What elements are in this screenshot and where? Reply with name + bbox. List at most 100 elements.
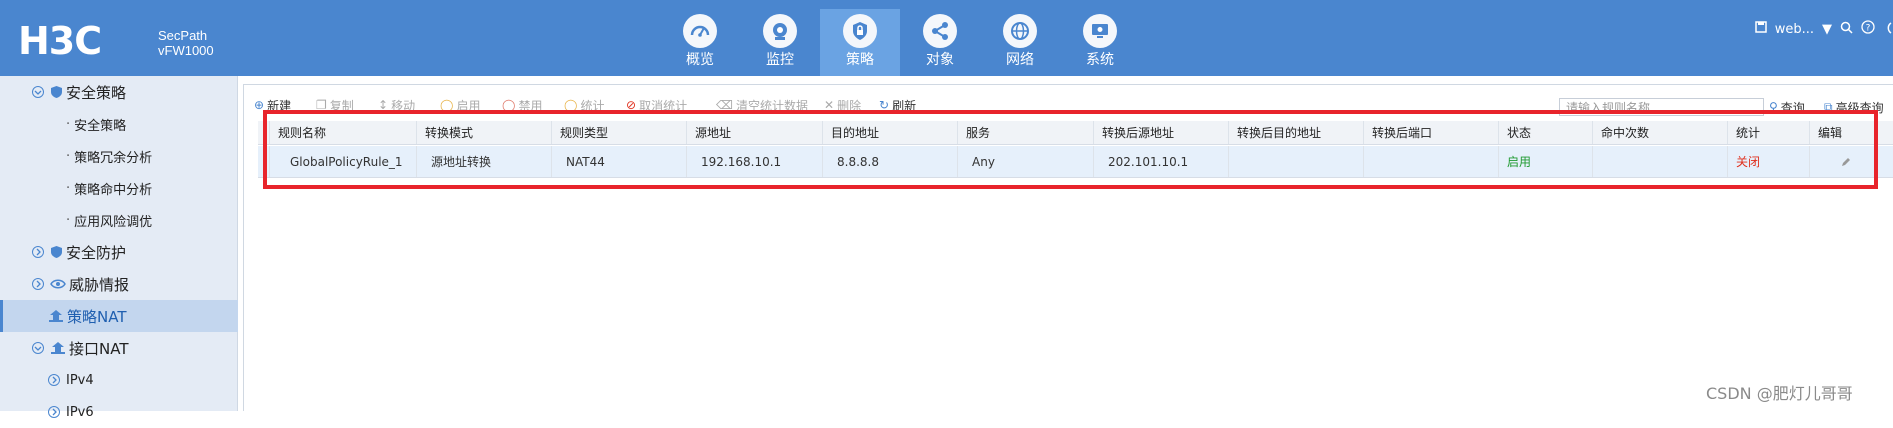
cell-rule-name: GlobalPolicyRule_1 xyxy=(270,146,417,177)
disable-icon: ◯ xyxy=(502,98,516,112)
plus-icon: ⊕ xyxy=(254,98,265,112)
column-header[interactable]: 转换模式 xyxy=(417,121,552,144)
column-header[interactable]: 转换后目的地址 xyxy=(1229,121,1364,144)
column-header[interactable]: 转换后源地址 xyxy=(1094,121,1229,144)
stats-button[interactable]: ◯ 统计 xyxy=(564,95,604,115)
sidebar-item-security-policy[interactable]: 安全策略 xyxy=(0,76,238,108)
main-nav: 概览 监控 策略 对象 网络 系统 xyxy=(660,9,1140,76)
shield-icon xyxy=(50,85,63,99)
product-name: SecPath vFW1000 xyxy=(158,28,214,58)
refresh-icon: ↻ xyxy=(879,98,890,112)
row-checkbox[interactable] xyxy=(258,146,270,177)
dashboard-icon xyxy=(683,14,717,48)
product-line2: vFW1000 xyxy=(158,43,214,58)
column-header[interactable]: 规则类型 xyxy=(552,121,687,144)
nat-icon xyxy=(48,309,64,323)
status-badge[interactable]: 启用 xyxy=(1499,146,1593,177)
refresh-button[interactable]: ↻ 刷新 xyxy=(879,95,916,115)
nav-system[interactable]: 系统 xyxy=(1060,9,1140,76)
nav-objects-label: 对象 xyxy=(926,52,954,68)
sidebar-item-label: 策略NAT xyxy=(67,307,127,326)
nav-objects[interactable]: 对象 xyxy=(900,9,980,76)
delete-button[interactable]: ✕ 删除 xyxy=(824,95,861,115)
column-header[interactable]: 命中次数 xyxy=(1593,121,1728,144)
new-button[interactable]: ⊕ 新建 xyxy=(254,95,291,115)
column-header[interactable]: 状态 xyxy=(1499,121,1593,144)
sidebar-item-label: 安全策略 xyxy=(66,83,127,102)
delete-icon: ✕ xyxy=(824,98,835,112)
sidebar-item-security-policy-sub[interactable]: · 安全策略 xyxy=(0,108,238,140)
column-header[interactable]: 规则名称 xyxy=(270,121,417,144)
help-icon[interactable]: ? xyxy=(1861,20,1875,38)
cell-dst: 8.8.8.8 xyxy=(823,146,958,177)
user-menu[interactable]: web... xyxy=(1775,22,1814,37)
nav-overview-label: 概览 xyxy=(686,52,714,68)
eye-icon xyxy=(50,278,66,290)
move-button[interactable]: ↕ 移动 xyxy=(378,95,415,115)
select-all-checkbox[interactable] xyxy=(258,121,270,144)
column-header[interactable]: 源地址 xyxy=(687,121,823,144)
column-header[interactable]: 编辑 xyxy=(1810,121,1893,144)
sidebar-item-label: 威胁情报 xyxy=(69,275,130,294)
sidebar-item-security-protection[interactable]: 安全防护 xyxy=(0,236,238,268)
sidebar-item-label: IPv6 xyxy=(66,404,94,420)
nav-overview[interactable]: 概览 xyxy=(660,9,740,76)
sidebar-item-ipv6[interactable]: IPv6 xyxy=(0,396,238,428)
power-icon[interactable] xyxy=(1883,20,1893,38)
column-header[interactable]: 目的地址 xyxy=(823,121,958,144)
camera-icon xyxy=(763,14,797,48)
active-indicator xyxy=(0,300,3,332)
enable-button[interactable]: ◯ 启用 xyxy=(440,95,480,115)
expand-icon[interactable] xyxy=(48,406,60,418)
globe-icon xyxy=(1003,14,1037,48)
sidebar-item-ipv4[interactable]: IPv4 xyxy=(0,364,238,396)
expand-icon[interactable] xyxy=(32,246,44,258)
column-header[interactable]: 统计 xyxy=(1728,121,1810,144)
sidebar-item-label: IPv4 xyxy=(66,372,94,388)
top-header: H3C SecPath vFW1000 概览 监控 策略 对象 网络 系统 we… xyxy=(0,0,1893,76)
sidebar-item-policy-nat[interactable]: 策略NAT xyxy=(0,300,238,332)
table-header: 规则名称 转换模式 规则类型 源地址 目的地址 服务 转换后源地址 转换后目的地… xyxy=(258,121,1893,145)
stats-toggle[interactable]: 关闭 xyxy=(1728,146,1810,177)
collapse-icon[interactable] xyxy=(32,86,44,98)
move-icon: ↕ xyxy=(378,98,389,112)
cell-src: 192.168.10.1 xyxy=(687,146,823,177)
top-right-tools: web... ▼ ? xyxy=(1754,20,1893,38)
advanced-query-button[interactable]: ⧉ 高级查询 xyxy=(1824,97,1884,117)
edit-icon[interactable] xyxy=(1810,146,1893,177)
cancel-stats-button[interactable]: ⊘ 取消统计 xyxy=(626,95,687,115)
expand-icon[interactable] xyxy=(32,278,44,290)
clear-icon: ⌫ xyxy=(716,98,733,112)
chevron-down-icon[interactable]: ▼ xyxy=(1822,22,1832,37)
sidebar-item-threat-intel[interactable]: 威胁情报 xyxy=(0,268,238,300)
cell-mode: 源地址转换 xyxy=(417,146,552,177)
clear-stats-button[interactable]: ⌫ 清空统计数据 xyxy=(716,95,808,115)
disable-button[interactable]: ◯ 禁用 xyxy=(502,95,542,115)
query-button[interactable]: ⚲ 查询 xyxy=(1769,97,1805,117)
search-input[interactable]: 请输入规则名称 xyxy=(1559,98,1764,116)
column-header[interactable]: 转换后端口 xyxy=(1364,121,1499,144)
nav-monitor[interactable]: 监控 xyxy=(740,9,820,76)
column-header[interactable]: 服务 xyxy=(958,121,1094,144)
sidebar-item-redundancy-analysis[interactable]: · 策略冗余分析 xyxy=(0,140,238,172)
expand-icon[interactable] xyxy=(48,374,60,386)
table-row[interactable]: GlobalPolicyRule_1 源地址转换 NAT44 192.168.1… xyxy=(258,146,1893,178)
nav-network[interactable]: 网络 xyxy=(980,9,1060,76)
cell-trans-port xyxy=(1364,146,1499,177)
cell-hits xyxy=(1593,146,1728,177)
nav-system-label: 系统 xyxy=(1086,52,1114,68)
copy-button[interactable]: ❐ 复制 xyxy=(316,95,354,115)
collapse-icon[interactable] xyxy=(32,342,44,354)
nav-policy-label: 策略 xyxy=(846,52,874,68)
product-line1: SecPath xyxy=(158,28,208,43)
copy-icon: ❐ xyxy=(316,98,327,112)
enable-icon: ◯ xyxy=(440,98,454,112)
nav-policy[interactable]: 策略 xyxy=(820,9,900,76)
sidebar-item-app-risk-tuning[interactable]: · 应用风险调优 xyxy=(0,204,238,236)
search-icon[interactable] xyxy=(1840,21,1853,38)
bullet-icon: · xyxy=(66,116,71,132)
save-icon[interactable] xyxy=(1754,21,1767,37)
sidebar-item-hit-analysis[interactable]: · 策略命中分析 xyxy=(0,172,238,204)
sidebar-item-interface-nat[interactable]: 接口NAT xyxy=(0,332,238,364)
h3c-logo: H3C xyxy=(18,19,102,63)
